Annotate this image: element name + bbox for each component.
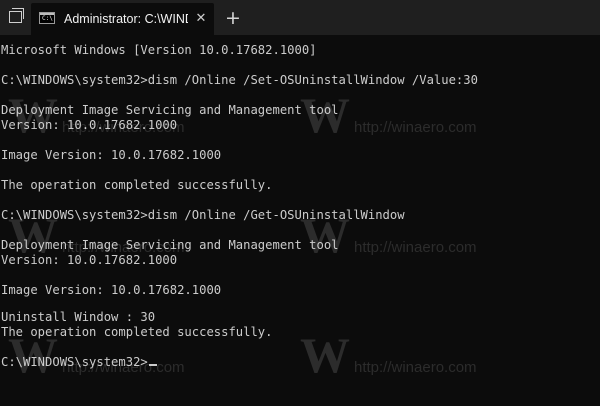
watermark-6: Whttp://winaero.com (300, 327, 477, 383)
close-tab-icon[interactable]: ✕ (194, 10, 208, 28)
windows-stack-icon (9, 8, 24, 23)
console-line: Microsoft Windows [Version 10.0.17682.10… (1, 43, 317, 57)
console-line: Image Version: 10.0.17682.1000 (1, 283, 222, 297)
console-line: The operation completed successfully. (1, 178, 273, 192)
new-tab-button[interactable]: + (222, 3, 244, 33)
console-line: Deployment Image Servicing and Managemen… (1, 238, 339, 252)
console-line: The operation completed successfully. (1, 325, 273, 339)
console-line: Version: 10.0.17682.1000 (1, 118, 178, 132)
tab-cmd[interactable]: C:\ Administrator: C:\WINDOWS\system32\c… (31, 3, 214, 35)
title-bar: C:\ Administrator: C:\WINDOWS\system32\c… (0, 0, 600, 35)
console-line: C:\WINDOWS\system32>dism /Online /Get-OS… (1, 208, 405, 222)
console-line: Image Version: 10.0.17682.1000 (1, 148, 222, 162)
console-line: Version: 10.0.17682.1000 (1, 253, 178, 267)
cmd-icon: C:\ (39, 12, 55, 24)
prompt-line[interactable]: C:\WINDOWS\system32> (1, 355, 157, 370)
prompt-text: C:\WINDOWS\system32> (1, 355, 148, 369)
console-output[interactable]: Whttp://winaero.com Whttp://winaero.com … (0, 35, 600, 406)
console-line: Deployment Image Servicing and Managemen… (1, 103, 339, 117)
text-cursor (148, 364, 157, 366)
tab-title: Administrator: C:\WINDOWS\system32\cmd.e… (64, 12, 188, 26)
window-switcher-icon[interactable] (0, 0, 31, 35)
console-line: Uninstall Window : 30 (1, 310, 156, 324)
console-line: C:\WINDOWS\system32>dism /Online /Set-OS… (1, 73, 478, 87)
